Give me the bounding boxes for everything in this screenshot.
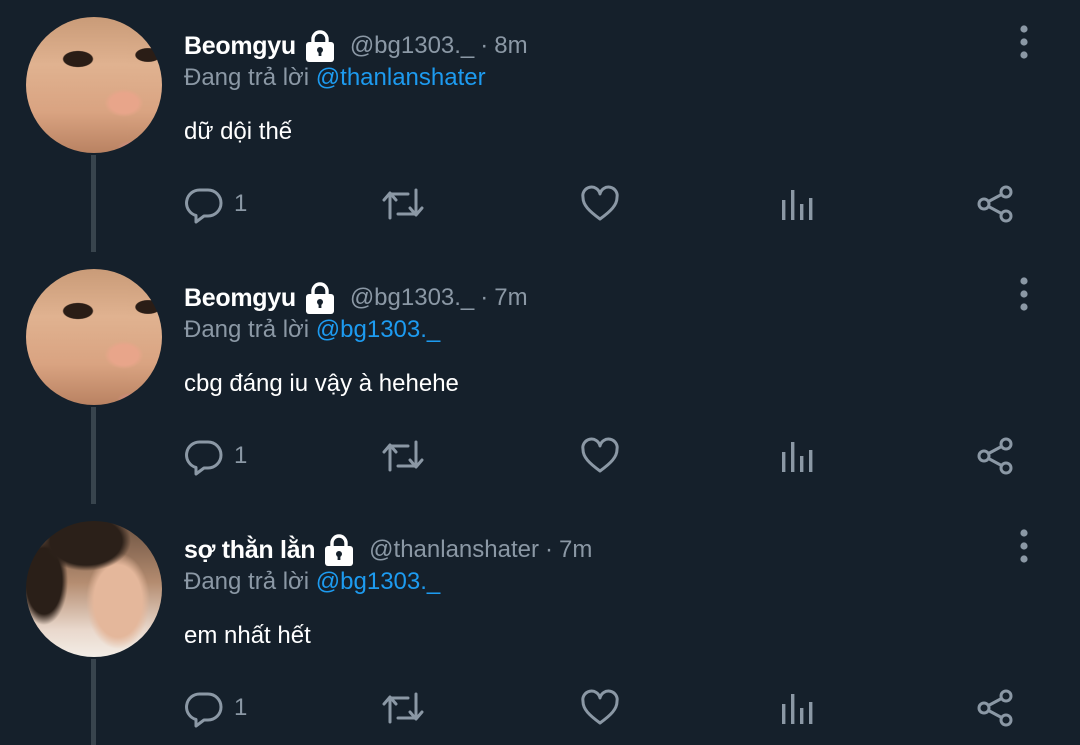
tweet[interactable]: Beomgyu @bg1303._ · 7m Đang trả lời @bg1… xyxy=(0,252,1080,504)
share-button[interactable] xyxy=(975,180,1015,228)
reply-count: 1 xyxy=(234,190,248,217)
reply-prefix: Đang trả lời xyxy=(184,316,310,343)
avatar[interactable] xyxy=(26,17,162,153)
handle[interactable]: @thanlanshater xyxy=(369,536,539,564)
tweet-text: dữ dội thế xyxy=(184,118,293,145)
reply-prefix: Đang trả lời xyxy=(184,568,310,595)
like-button[interactable] xyxy=(580,180,620,228)
handle[interactable]: @bg1303._ xyxy=(350,32,474,60)
lock-icon xyxy=(304,281,336,315)
avatar[interactable] xyxy=(26,521,162,657)
like-icon xyxy=(580,184,620,224)
reply-icon xyxy=(184,184,224,224)
avatar[interactable] xyxy=(26,269,162,405)
tweet-header: Beomgyu @bg1303._ · 8m xyxy=(184,26,528,66)
separator-dot: · xyxy=(480,32,489,59)
reply-count: 1 xyxy=(234,442,248,469)
more-options-icon[interactable] xyxy=(1008,22,1040,62)
separator-dot: · xyxy=(480,284,489,311)
mention-link[interactable]: @bg1303._ xyxy=(316,316,440,343)
analytics-icon xyxy=(780,436,814,476)
mention-link[interactable]: @bg1303._ xyxy=(316,568,440,595)
display-name[interactable]: sợ thằn lằn xyxy=(184,536,315,565)
thread-line xyxy=(91,155,96,252)
share-button[interactable] xyxy=(975,684,1015,732)
tweet-text: cbg đáng iu vậy à hehehe xyxy=(184,370,459,397)
replying-to: Đang trả lời @bg1303._ xyxy=(184,316,440,344)
timestamp[interactable]: 7m xyxy=(494,284,527,312)
share-icon xyxy=(975,436,1015,476)
timestamp[interactable]: 7m xyxy=(559,536,592,564)
reply-button[interactable]: 1 xyxy=(184,684,247,732)
share-button[interactable] xyxy=(975,432,1015,480)
reply-icon xyxy=(184,688,224,728)
action-bar: 1 xyxy=(184,180,1034,228)
reply-prefix: Đang trả lời xyxy=(184,64,310,91)
action-bar: 1 xyxy=(184,684,1034,732)
more-options-icon[interactable] xyxy=(1008,274,1040,314)
reply-button[interactable]: 1 xyxy=(184,432,247,480)
analytics-button[interactable] xyxy=(780,684,814,732)
timestamp[interactable]: 8m xyxy=(494,32,527,60)
share-icon xyxy=(975,688,1015,728)
action-bar: 1 xyxy=(184,432,1034,480)
retweet-icon xyxy=(380,436,426,476)
reply-thread: Beomgyu @bg1303._ · 8m Đang trả lời @tha… xyxy=(0,0,1080,745)
analytics-icon xyxy=(780,688,814,728)
share-icon xyxy=(975,184,1015,224)
reply-count: 1 xyxy=(234,694,248,721)
analytics-button[interactable] xyxy=(780,180,814,228)
tweet-header: Beomgyu @bg1303._ · 7m xyxy=(184,278,528,318)
display-name[interactable]: Beomgyu xyxy=(184,32,296,61)
like-button[interactable] xyxy=(580,432,620,480)
lock-icon xyxy=(304,29,336,63)
display-name[interactable]: Beomgyu xyxy=(184,284,296,313)
like-button[interactable] xyxy=(580,684,620,732)
reply-button[interactable]: 1 xyxy=(184,180,247,228)
handle[interactable]: @bg1303._ xyxy=(350,284,474,312)
more-options-icon[interactable] xyxy=(1008,526,1040,566)
retweet-button[interactable] xyxy=(380,432,426,480)
analytics-icon xyxy=(780,184,814,224)
tweet-text: em nhất hết xyxy=(184,622,311,649)
analytics-button[interactable] xyxy=(780,432,814,480)
retweet-button[interactable] xyxy=(380,180,426,228)
thread-line xyxy=(91,659,96,745)
tweet[interactable]: Beomgyu @bg1303._ · 8m Đang trả lời @tha… xyxy=(0,0,1080,252)
replying-to: Đang trả lời @thanlanshater xyxy=(184,64,486,92)
separator-dot: · xyxy=(544,536,553,563)
like-icon xyxy=(580,688,620,728)
retweet-button[interactable] xyxy=(380,684,426,732)
reply-icon xyxy=(184,436,224,476)
like-icon xyxy=(580,436,620,476)
thread-line xyxy=(91,407,96,504)
retweet-icon xyxy=(380,688,426,728)
tweet-header: sợ thằn lằn @thanlanshater · 7m xyxy=(184,530,592,570)
tweet[interactable]: sợ thằn lằn @thanlanshater · 7m Đang trả… xyxy=(0,504,1080,745)
replying-to: Đang trả lời @bg1303._ xyxy=(184,568,440,596)
lock-icon xyxy=(323,533,355,567)
mention-link[interactable]: @thanlanshater xyxy=(316,64,486,91)
retweet-icon xyxy=(380,184,426,224)
